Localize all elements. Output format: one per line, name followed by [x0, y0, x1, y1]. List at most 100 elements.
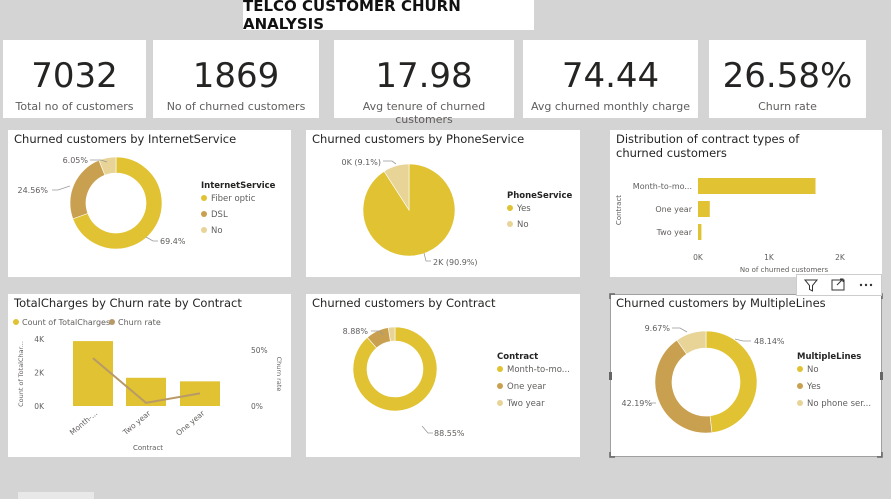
- legend-marker-1: [109, 319, 115, 325]
- bar-0: [73, 341, 113, 406]
- leader-line-1: [52, 185, 71, 191]
- legend-item-2: No: [211, 226, 223, 236]
- y-axis-label: Contract: [615, 195, 623, 225]
- kpi-card-avg-monthly-charge[interactable]: 74.44 Avg churned monthly charge: [523, 40, 698, 118]
- x-tick-label-2: One year: [174, 408, 207, 438]
- data-label-1: 0K (9.1%): [342, 158, 381, 167]
- x-axis-label: No of churned customers: [740, 266, 829, 274]
- legend-marker-2: [201, 227, 207, 233]
- x-tick-label-0: Month-...: [68, 409, 99, 437]
- legend-marker-1: [201, 211, 207, 217]
- data-label-2: 9.67%: [645, 324, 671, 333]
- kpi-card-churned-customers[interactable]: 1869 No of churned customers: [153, 40, 319, 118]
- page-tab[interactable]: [18, 492, 94, 499]
- bar-2: [698, 224, 702, 240]
- legend-item-1: Yes: [806, 382, 821, 392]
- kpi-card-avg-tenure[interactable]: 17.98 Avg tenure of churned customers: [334, 40, 514, 126]
- leader-line-0: [145, 236, 158, 242]
- bar-1: [698, 201, 710, 217]
- data-label-1: 24.56%: [17, 186, 48, 195]
- panel-internet-service[interactable]: Churned customers by InternetService 69.…: [8, 130, 291, 277]
- legend-item-1: DSL: [211, 210, 228, 220]
- data-label-0: 2K (90.9%): [433, 258, 478, 267]
- more-options-icon[interactable]: [797, 275, 881, 295]
- kpi-value: 7032: [31, 56, 118, 96]
- y2-axis-label: Churn rate: [275, 357, 283, 392]
- totalcharges-churn-chart: Count of TotalCharges Churn rate 0K 2K 4K 0% 5…: [13, 318, 283, 452]
- x-tick-label-2: 2K: [835, 253, 846, 262]
- data-label-1: 42.19%: [621, 399, 652, 408]
- kpi-card-churn-rate[interactable]: 26.58% Churn rate: [709, 40, 866, 118]
- legend-item-1: No: [517, 220, 529, 230]
- y2-tick-label-0: 0%: [251, 402, 263, 411]
- leader-line-0: [421, 425, 433, 434]
- legend-marker-0: [797, 366, 803, 372]
- churned-by-contract-chart: 88.55% 8.88% Contract Month-to-mo... One yea…: [343, 326, 570, 438]
- leader-line-0: [734, 338, 751, 342]
- kpi-label: No of churned customers: [166, 100, 306, 113]
- data-label-2: 6.05%: [63, 156, 89, 165]
- legend-marker-0: [13, 319, 19, 325]
- legend-item-0: Month-to-mo...: [507, 365, 570, 375]
- data-label-0: 88.55%: [434, 429, 465, 438]
- y-tick-label-1: 2K: [34, 369, 45, 378]
- y-tick-label-0: 0K: [34, 402, 45, 411]
- kpi-label: Avg churned monthly charge: [530, 100, 690, 113]
- legend-marker-0: [201, 195, 207, 201]
- leader-line-2: [672, 327, 688, 333]
- legend-item-0: Yes: [516, 204, 531, 214]
- legend-title: PhoneService: [507, 191, 573, 201]
- data-label-1: 8.88%: [343, 327, 369, 336]
- contract-distribution-chart: 0K 1K 2K Month-to-mo... One year Two year No o…: [615, 178, 846, 274]
- legend-marker-0: [507, 205, 513, 211]
- multiple-lines-chart: 48.14% 42.19% 9.67% MultipleLines No Yes No ph…: [621, 324, 871, 434]
- y-tick-label-1: One year: [655, 205, 692, 214]
- kpi-value: 1869: [192, 56, 280, 96]
- legend-title: Contract: [497, 352, 538, 362]
- x-tick-label-1: Two year: [120, 408, 153, 437]
- kpi-label: Total no of customers: [15, 100, 134, 113]
- leader-line-0: [423, 252, 431, 262]
- pie-slice-0: [705, 330, 758, 433]
- y-tick-label-2: 4K: [34, 335, 45, 344]
- panel-churned-by-contract[interactable]: Churned customers by Contract 88.55% 8.88…: [306, 294, 580, 457]
- kpi-label: Avg tenure of churned customers: [362, 100, 486, 126]
- report-title-box: TELCO CUSTOMER CHURN ANALYSIS: [243, 0, 534, 33]
- internet-service-chart: 69.4% 24.56% 6.05% InternetService Fiber opt…: [17, 156, 276, 250]
- legend-marker-2: [797, 400, 803, 406]
- y-axis-label: Count of TotalChar...: [17, 341, 25, 407]
- legend-marker-1: [507, 221, 513, 227]
- legend-item-1: Churn rate: [118, 318, 161, 327]
- x-tick-label-0: 0K: [693, 253, 704, 262]
- legend-item-0: Fiber optic: [211, 194, 256, 204]
- legend-item-0: No: [807, 365, 819, 375]
- leader-line-1: [383, 160, 397, 165]
- y-tick-label-0: Month-to-mo...: [633, 182, 692, 191]
- legend-title: MultipleLines: [797, 352, 861, 362]
- panel-phone-service[interactable]: Churned customers by PhoneService 2K (90…: [306, 130, 580, 277]
- legend-title: InternetService: [201, 181, 276, 191]
- x-tick-label-1: 1K: [764, 253, 775, 262]
- kpi-value: 26.58%: [722, 56, 853, 96]
- data-label-0: 48.14%: [754, 337, 785, 346]
- panel-multiple-lines[interactable]: Churned customers by MultipleLines 48.14…: [610, 294, 882, 457]
- legend-item-0: Count of TotalCharges: [22, 318, 110, 327]
- visual-header: [796, 274, 882, 296]
- pie-slice-1: [654, 339, 713, 434]
- legend-marker-0: [497, 366, 503, 372]
- legend-marker-2: [497, 400, 503, 406]
- y2-tick-label-1: 50%: [251, 346, 268, 355]
- kpi-label: Churn rate: [758, 100, 817, 113]
- legend-marker-1: [797, 383, 803, 389]
- legend-marker-1: [497, 383, 503, 389]
- pie-slice-1: [69, 159, 106, 220]
- legend-item-2: No phone ser...: [807, 399, 871, 409]
- y-tick-label-2: Two year: [656, 228, 693, 237]
- panel-contract-distribution[interactable]: Distribution of contract types of churne…: [610, 130, 882, 277]
- panel-totalcharges-churn[interactable]: TotalCharges by Churn rate by Contract C…: [8, 294, 291, 457]
- bar-0: [698, 178, 816, 194]
- data-label-0: 69.4%: [160, 237, 186, 246]
- legend-item-1: One year: [507, 382, 546, 392]
- phone-service-chart: 2K (90.9%) 0K (9.1%) PhoneService Yes No: [342, 158, 573, 267]
- kpi-card-total-customers[interactable]: 7032 Total no of customers: [3, 40, 146, 118]
